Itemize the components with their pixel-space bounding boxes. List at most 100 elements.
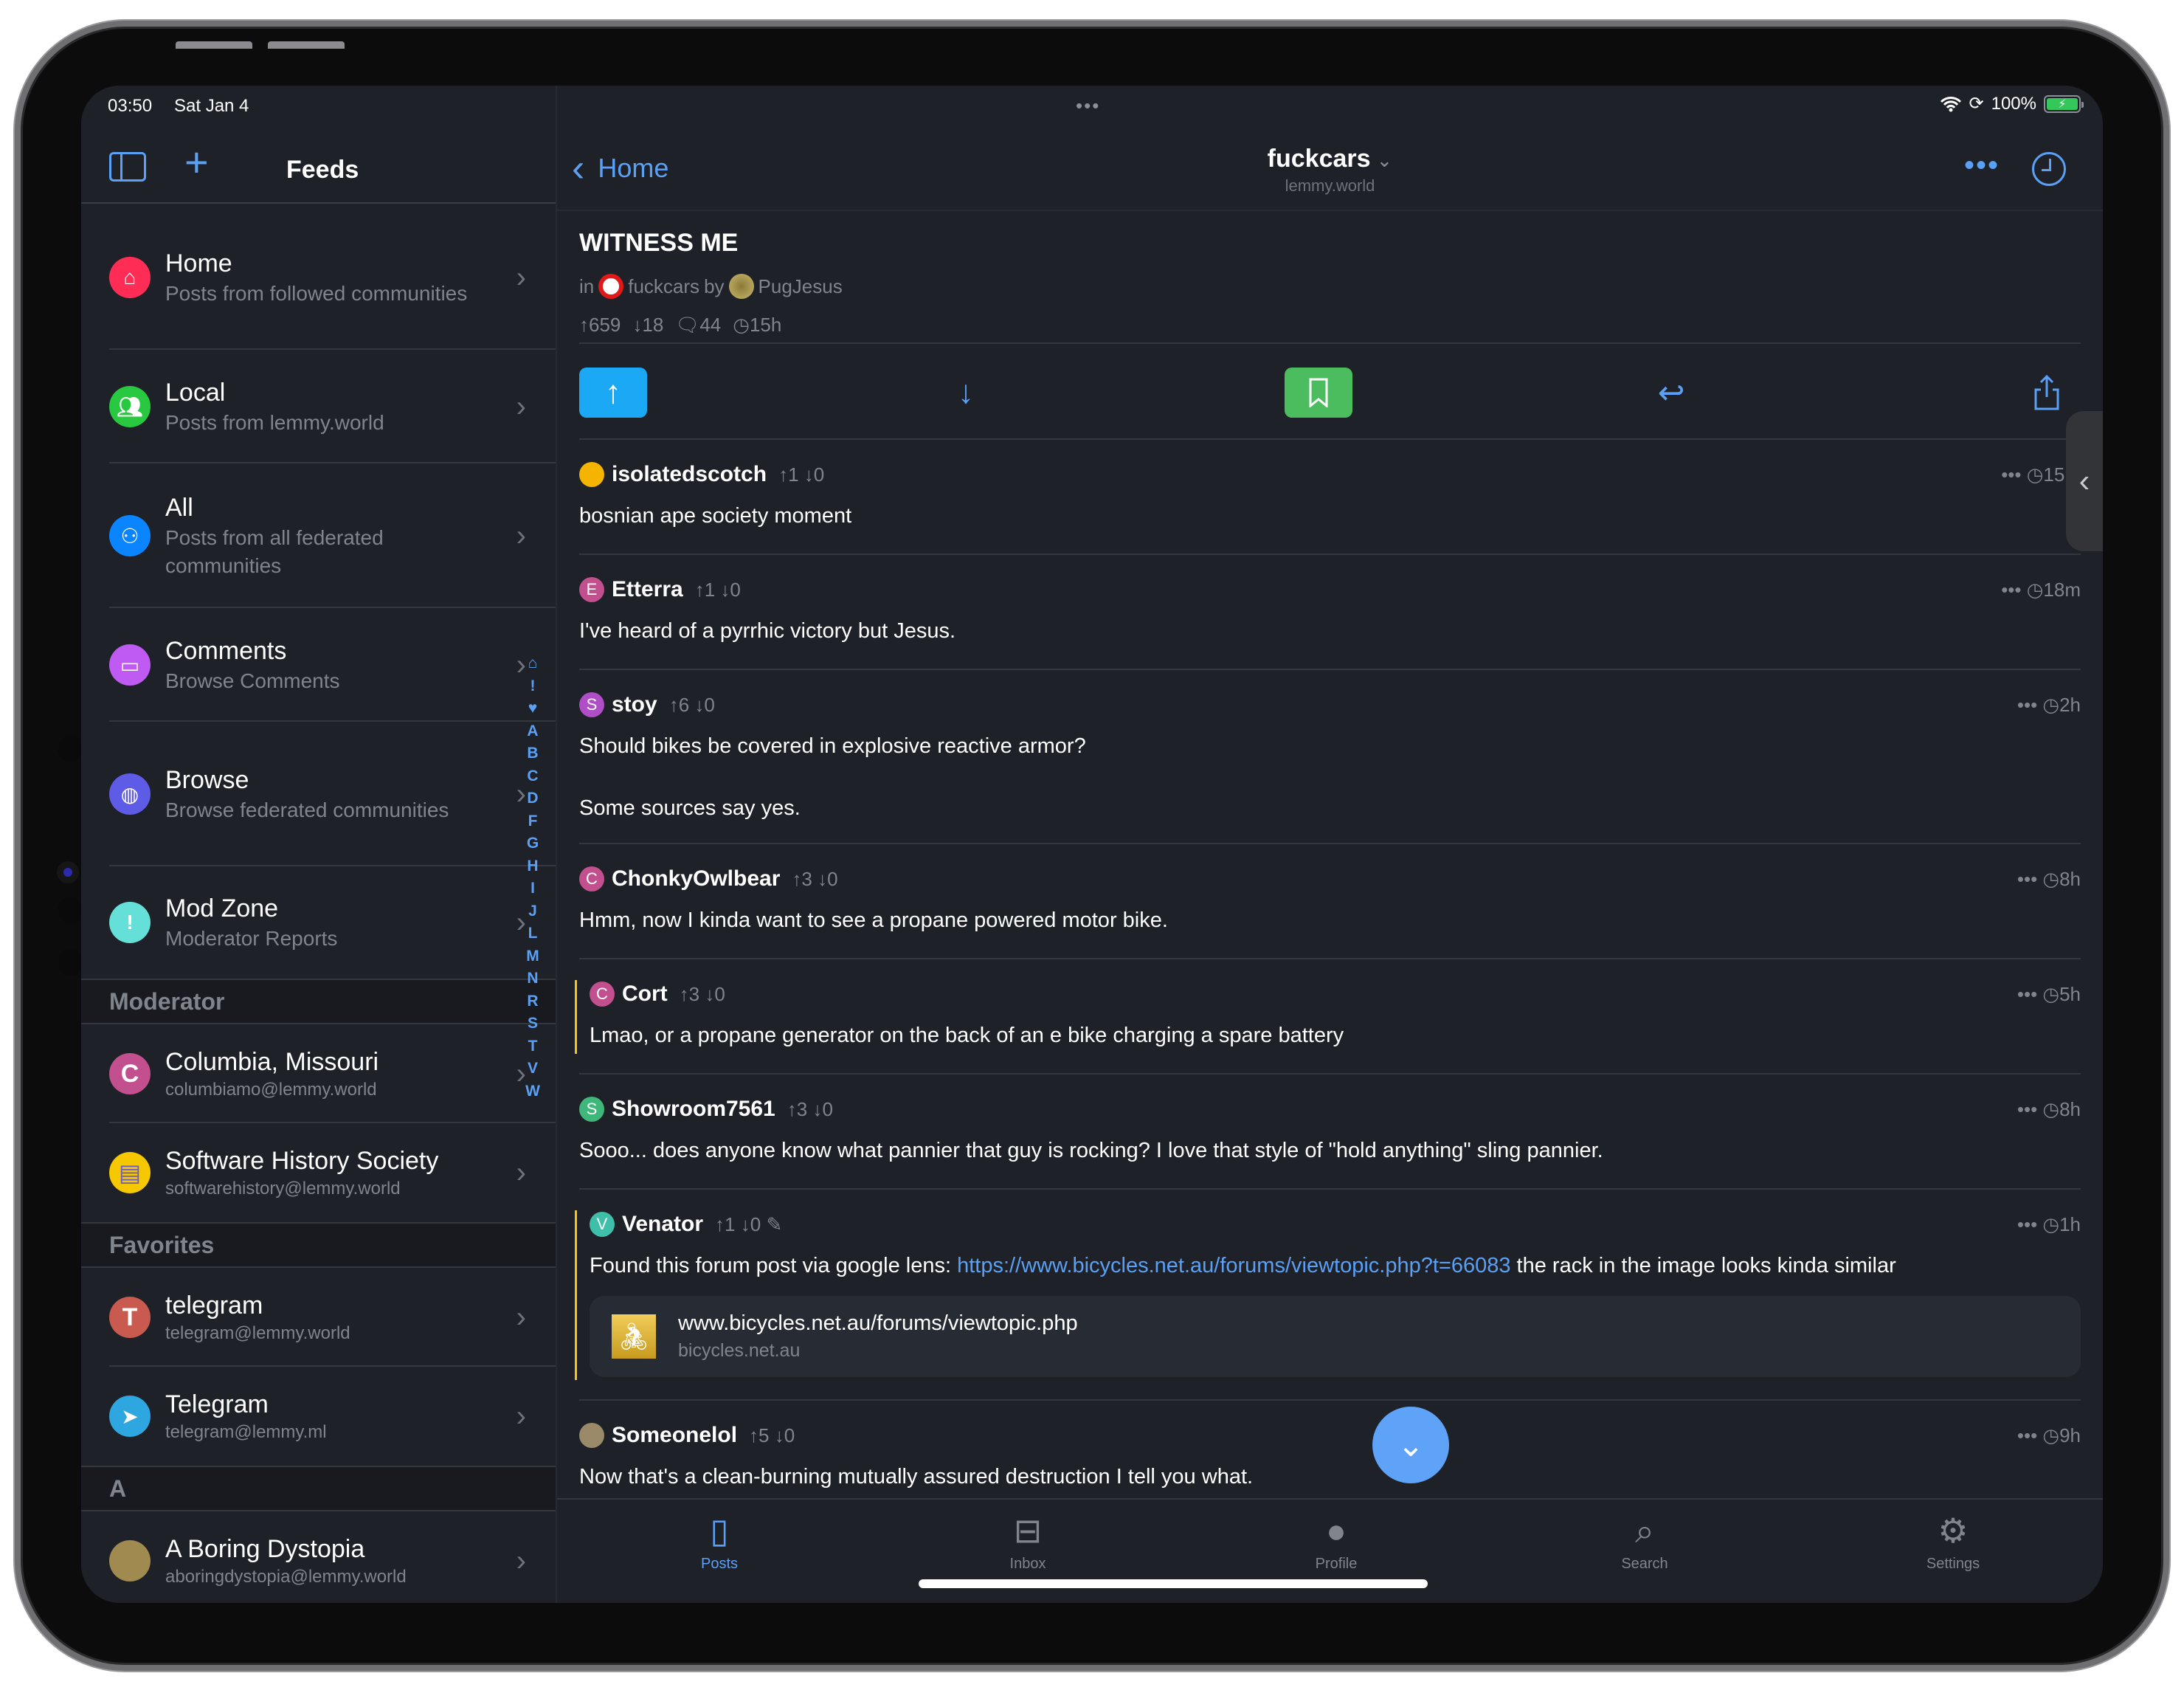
alpha-index-item[interactable]: ♥ — [528, 697, 537, 720]
comment-age: 18m — [2043, 578, 2081, 601]
comment-count: 🗨︎44 — [675, 314, 722, 336]
alpha-index-item[interactable]: T — [528, 1035, 538, 1058]
home-indicator[interactable] — [919, 1579, 1428, 1588]
comment-header: Sstoy ↑6 ↓0 ••• ◷2h — [579, 692, 2081, 717]
downvote-count: 0 — [784, 1424, 795, 1446]
comment[interactable]: E Etterra ↑1 ↓0 ••• ◷18m I've heard of a pyr… — [579, 553, 2081, 669]
comment[interactable]: Someonelol ↑5 ↓0 ••• ◷9h Now that's a clean… — [579, 1399, 2081, 1495]
save-button[interactable] — [1285, 368, 1352, 418]
post-age: ◷15h — [733, 314, 782, 336]
alpha-index-item[interactable]: ! — [531, 675, 536, 698]
alpha-index-item[interactable]: H — [527, 855, 538, 878]
sidebar-item-text: All Posts from all federated communities — [165, 492, 504, 580]
clock-icon[interactable] — [2032, 152, 2066, 186]
user-avatar: E — [579, 577, 604, 602]
alpha-index-item[interactable]: M — [526, 945, 539, 968]
comment-author[interactable]: Someonelol — [612, 1423, 737, 1448]
sidebar-item-mod-zone[interactable]: ! Mod Zone Moderator Reports › — [81, 866, 556, 979]
more-icon[interactable]: ••• — [1964, 149, 2000, 182]
comment-author[interactable]: Showroom7561 — [612, 1097, 775, 1122]
sidebar-item-comments[interactable]: ▭ Comments Browse Comments › — [81, 608, 556, 722]
alpha-index-item[interactable]: L — [528, 922, 538, 945]
tab-inbox[interactable]: ⊟ Inbox — [954, 1510, 1102, 1573]
comment-author[interactable]: isolatedscotch — [612, 462, 767, 487]
community-item[interactable]: Ttelegram telegram@lemmy.world › — [81, 1268, 556, 1367]
more-icon[interactable]: ••• — [2001, 579, 2027, 601]
alpha-index-item[interactable]: G — [527, 832, 539, 855]
more-icon[interactable]: ••• — [2017, 694, 2043, 716]
multitask-dots[interactable]: ••• — [1076, 94, 1100, 117]
alpha-index-item[interactable]: B — [527, 742, 538, 765]
comment-link[interactable]: https://www.bicycles.net.au/forums/viewt… — [957, 1254, 1510, 1277]
more-icon[interactable]: ••• — [2017, 983, 2043, 1005]
comment-author[interactable]: Cort — [622, 982, 668, 1007]
add-icon[interactable]: + — [184, 142, 209, 183]
tab-posts[interactable]: ▯ Posts — [646, 1510, 793, 1573]
alpha-index-item[interactable]: C — [527, 765, 538, 788]
alpha-index-item[interactable]: R — [527, 990, 538, 1013]
more-icon[interactable]: ••• — [2017, 1424, 2043, 1446]
alpha-index-item[interactable]: I — [531, 877, 535, 900]
search-icon: ⌕ — [1635, 1511, 1654, 1550]
comment[interactable]: V Venator ↑1 ↓0 ✎ ••• ◷1h Found this forum p… — [575, 1188, 2081, 1399]
clock-icon: ◷ — [2026, 463, 2044, 486]
arrow-up-icon: ↑ — [668, 693, 679, 716]
comment[interactable]: isolatedscotch ↑1 ↓0 ••• ◷15m bosnian ape s… — [579, 438, 2081, 553]
chevron-down-icon: ⌄ — [1397, 1427, 1425, 1463]
comment-author[interactable]: Etterra — [612, 577, 683, 602]
downvote-count: 0 — [813, 463, 825, 486]
community-handle: telegram@lemmy.world — [165, 1323, 350, 1343]
comment-author[interactable]: stoy — [612, 692, 657, 717]
wifi-icon — [1940, 96, 1961, 111]
comment-author[interactable]: ChonkyOwlbear — [612, 866, 780, 891]
scroll-down-button[interactable]: ⌄ — [1372, 1407, 1449, 1483]
alpha-index[interactable]: ⌂! ♥ A B C D F G H I J L M N R S T V W — [521, 652, 545, 1103]
more-icon[interactable]: ••• — [2017, 1213, 2043, 1235]
alpha-index-item[interactable]: N — [527, 968, 538, 990]
comment-author[interactable]: Venator — [622, 1212, 703, 1237]
alpha-index-item[interactable]: S — [528, 1013, 538, 1035]
comment-votes: ↑5 ↓0 — [749, 1424, 795, 1447]
alpha-index-item[interactable]: W — [525, 1080, 540, 1103]
reply-button[interactable]: ↩ — [1637, 368, 1705, 418]
slide-over-handle[interactable]: ‹ — [2066, 411, 2103, 551]
more-icon[interactable]: ••• — [2001, 463, 2027, 486]
comment-header: Someonelol ↑5 ↓0 ••• ◷9h — [579, 1423, 2081, 1448]
community-avatar: ▤ — [109, 1152, 151, 1193]
community-item[interactable]: A Boring Dystopia aboringdystopia@lemmy.w… — [81, 1511, 556, 1603]
comment[interactable]: C Cort ↑3 ↓0 ••• ◷5h Lmao, or a propane gene… — [575, 958, 2081, 1073]
alpha-index-item[interactable]: D — [527, 787, 538, 810]
alpha-index-item[interactable]: ⌂ — [528, 652, 538, 675]
tab-search[interactable]: ⌕ Search — [1571, 1510, 1718, 1573]
author-link[interactable]: PugJesus — [758, 275, 843, 298]
comment[interactable]: S Showroom7561 ↑3 ↓0 ••• ◷8h Sooo... does an… — [579, 1073, 2081, 1188]
community-link[interactable]: fuckcars — [628, 275, 699, 298]
more-icon[interactable]: ••• — [2017, 868, 2043, 890]
alpha-index-item[interactable]: V — [528, 1058, 538, 1080]
community-title[interactable]: fuckcars ⌄ lemmy.world — [557, 145, 2103, 196]
alpha-index-item[interactable]: J — [528, 900, 537, 923]
tab-settings[interactable]: ⚙ Settings — [1879, 1510, 2027, 1573]
alpha-index-item[interactable]: F — [528, 810, 538, 833]
sidebar-item-browse[interactable]: ◍ Browse Browse federated communities › — [81, 722, 556, 866]
comment[interactable]: Sstoy ↑6 ↓0 ••• ◷2h Should bikes be covered… — [579, 669, 2081, 843]
community-item[interactable]: C Columbia, Missouri columbiamo@lemmy.worl… — [81, 1024, 556, 1123]
sidebar-item-home[interactable]: ⌂ Home Posts from followed communities › — [81, 205, 556, 350]
sidebar-toggle-icon[interactable] — [109, 152, 146, 182]
more-icon[interactable]: ••• — [2017, 1098, 2043, 1120]
community-item[interactable]: ▤ Software History Society softwarehistory… — [81, 1123, 556, 1222]
author-avatar — [728, 274, 754, 299]
sidebar-item-local[interactable]: 👥︎ Local Posts from lemmy.world › — [81, 350, 556, 463]
upvote-count: 1 — [788, 463, 799, 486]
tab-profile[interactable]: ● Profile — [1262, 1510, 1410, 1573]
downvote-button[interactable]: ↓ — [932, 368, 1000, 418]
comment[interactable]: C ChonkyOwlbear ↑3 ↓0 ••• ◷8h Hmm, now I kin… — [579, 843, 2081, 958]
comment-votes: ↑6 ↓0 — [669, 694, 715, 717]
upvote-button[interactable]: ↑ — [579, 368, 647, 418]
community-item[interactable]: ➤ Telegram telegram@lemmy.ml › — [81, 1367, 556, 1466]
sidebar-item-all[interactable]: ⚇ All Posts from all federated communities… — [81, 463, 556, 608]
share-button[interactable] — [2013, 368, 2081, 418]
alpha-index-item[interactable]: A — [527, 720, 538, 743]
section-header: A — [81, 1466, 556, 1511]
link-preview-card[interactable]: 🚴︎ www.bicycles.net.au/forums/viewtopic.p… — [590, 1296, 2081, 1377]
